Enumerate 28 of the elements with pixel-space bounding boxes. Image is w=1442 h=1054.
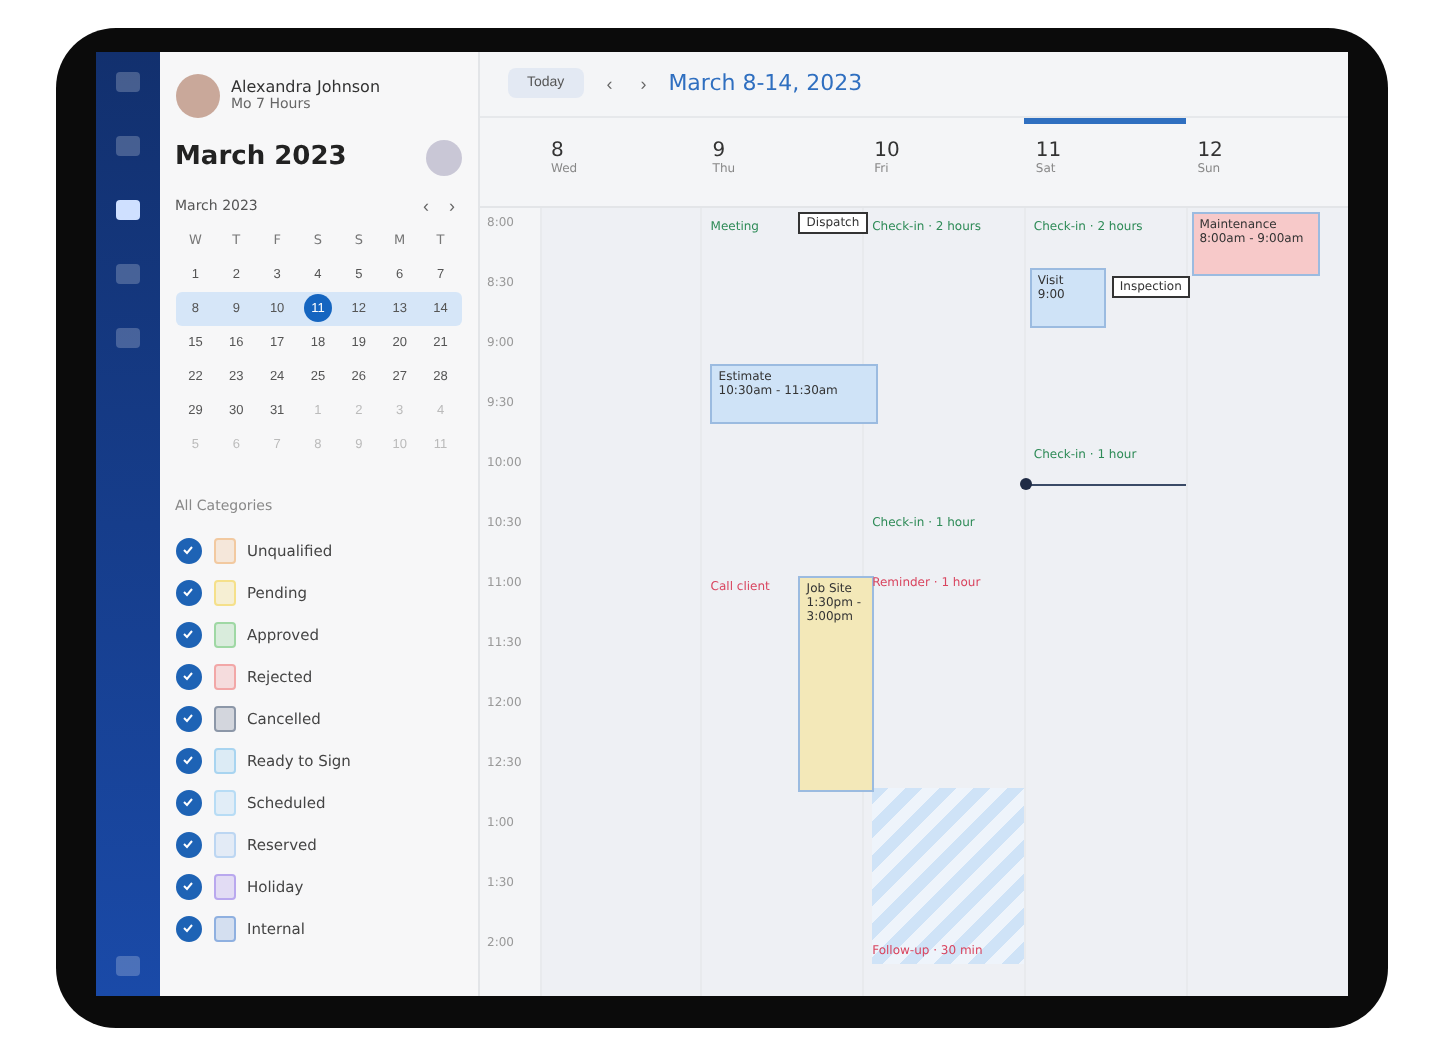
next-week-button[interactable]: › (634, 73, 653, 93)
category-checkbox[interactable] (175, 747, 201, 773)
checkmark-icon (182, 712, 194, 724)
category-checkbox[interactable] (175, 537, 201, 563)
prev-month-button[interactable]: ‹ (417, 195, 435, 215)
checkmark-icon (182, 880, 194, 892)
checkmark-icon (182, 544, 194, 556)
category-checkbox[interactable] (175, 705, 201, 731)
category-checkbox[interactable] (175, 873, 201, 899)
checkmark-icon (182, 586, 194, 598)
category-checkbox[interactable] (175, 621, 201, 647)
prev-week-button[interactable]: ‹ (600, 73, 619, 93)
category-checkbox[interactable] (175, 789, 201, 815)
checkmark-icon (182, 922, 194, 934)
checkmark-icon (182, 796, 194, 808)
category-checkbox[interactable] (175, 831, 201, 857)
checkmark-icon (182, 754, 194, 766)
date-range: March 8-14, 2023 (668, 70, 863, 96)
category-checkbox[interactable] (175, 663, 201, 689)
category-checkbox[interactable] (175, 915, 201, 941)
calendar-icon[interactable] (115, 199, 139, 219)
checkmark-icon (182, 838, 194, 850)
checkmark-icon (182, 670, 194, 682)
checkmark-icon (182, 628, 194, 640)
category-checkbox[interactable] (175, 579, 201, 605)
next-month-button[interactable]: › (443, 195, 461, 215)
user-name: Alexandra Johnson (231, 78, 381, 96)
sidebar-title: March 2023 (175, 142, 347, 172)
